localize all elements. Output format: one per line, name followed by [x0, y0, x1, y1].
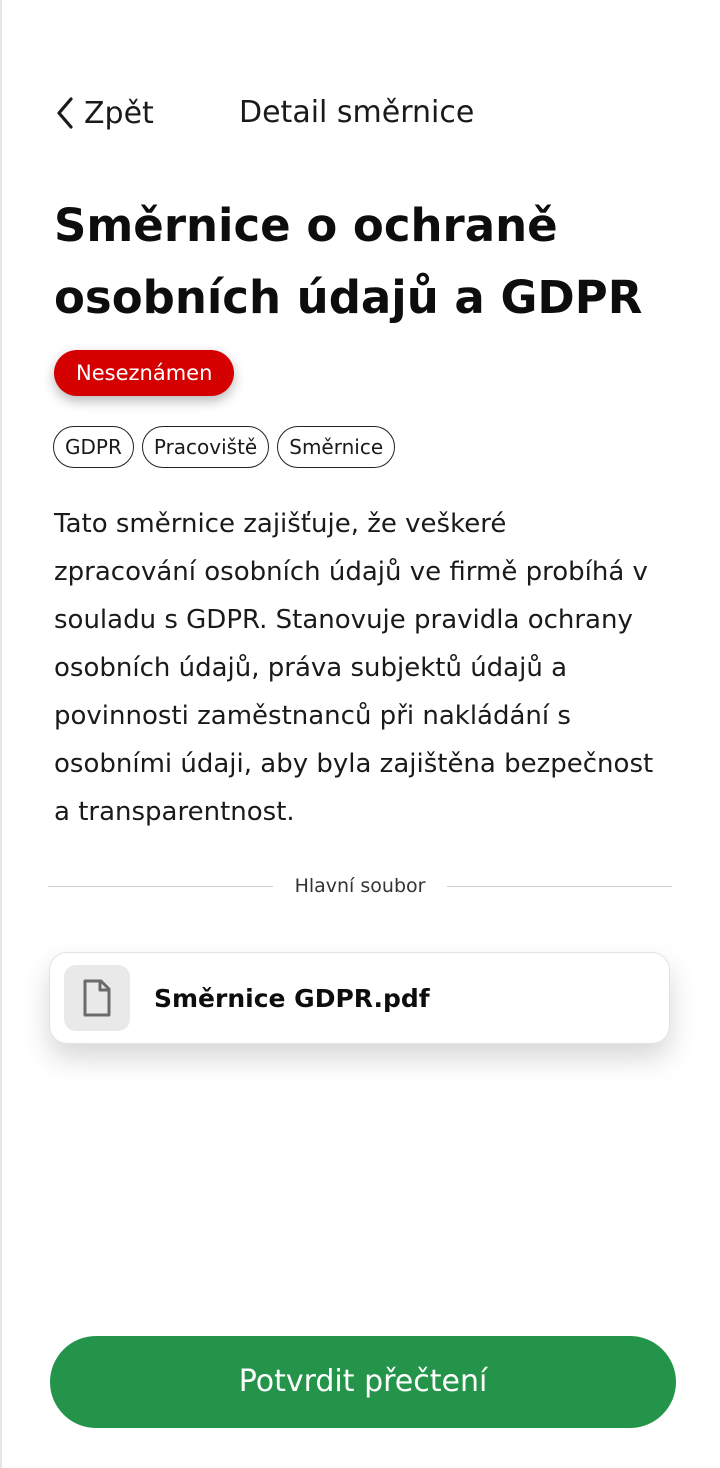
main-file-divider: Hlavní soubor	[48, 872, 673, 900]
back-label: Zpět	[84, 95, 154, 131]
confirm-read-button[interactable]: Potvrdit přečtení	[50, 1336, 676, 1428]
file-icon	[83, 979, 111, 1017]
status-badge: Neseznámen	[54, 350, 235, 396]
divider-line-left	[48, 885, 273, 887]
file-card[interactable]: Směrnice GDPR.pdf	[49, 952, 670, 1044]
divider-line-right	[447, 885, 673, 887]
screen: Zpět Detail směrnice Směrnice o ochraně …	[0, 0, 720, 1468]
page-title: Detail směrnice	[239, 95, 475, 130]
header: Zpět Detail směrnice	[54, 88, 680, 138]
tag: Pracoviště	[141, 426, 270, 468]
tag: Směrnice	[277, 426, 396, 468]
file-icon-container	[64, 965, 130, 1031]
tag-list: GDPR Pracoviště Směrnice	[53, 426, 396, 468]
back-button[interactable]: Zpět	[54, 88, 154, 138]
tag: GDPR	[53, 426, 134, 468]
chevron-left-icon	[57, 97, 73, 129]
document-description: Tato směrnice zajišťuje, že veškeré zpra…	[54, 509, 654, 827]
file-name: Směrnice GDPR.pdf	[154, 983, 430, 1013]
divider-label: Hlavní soubor	[294, 875, 426, 897]
document-title: Směrnice o ochraně osobních údajů a GDPR	[54, 199, 643, 324]
